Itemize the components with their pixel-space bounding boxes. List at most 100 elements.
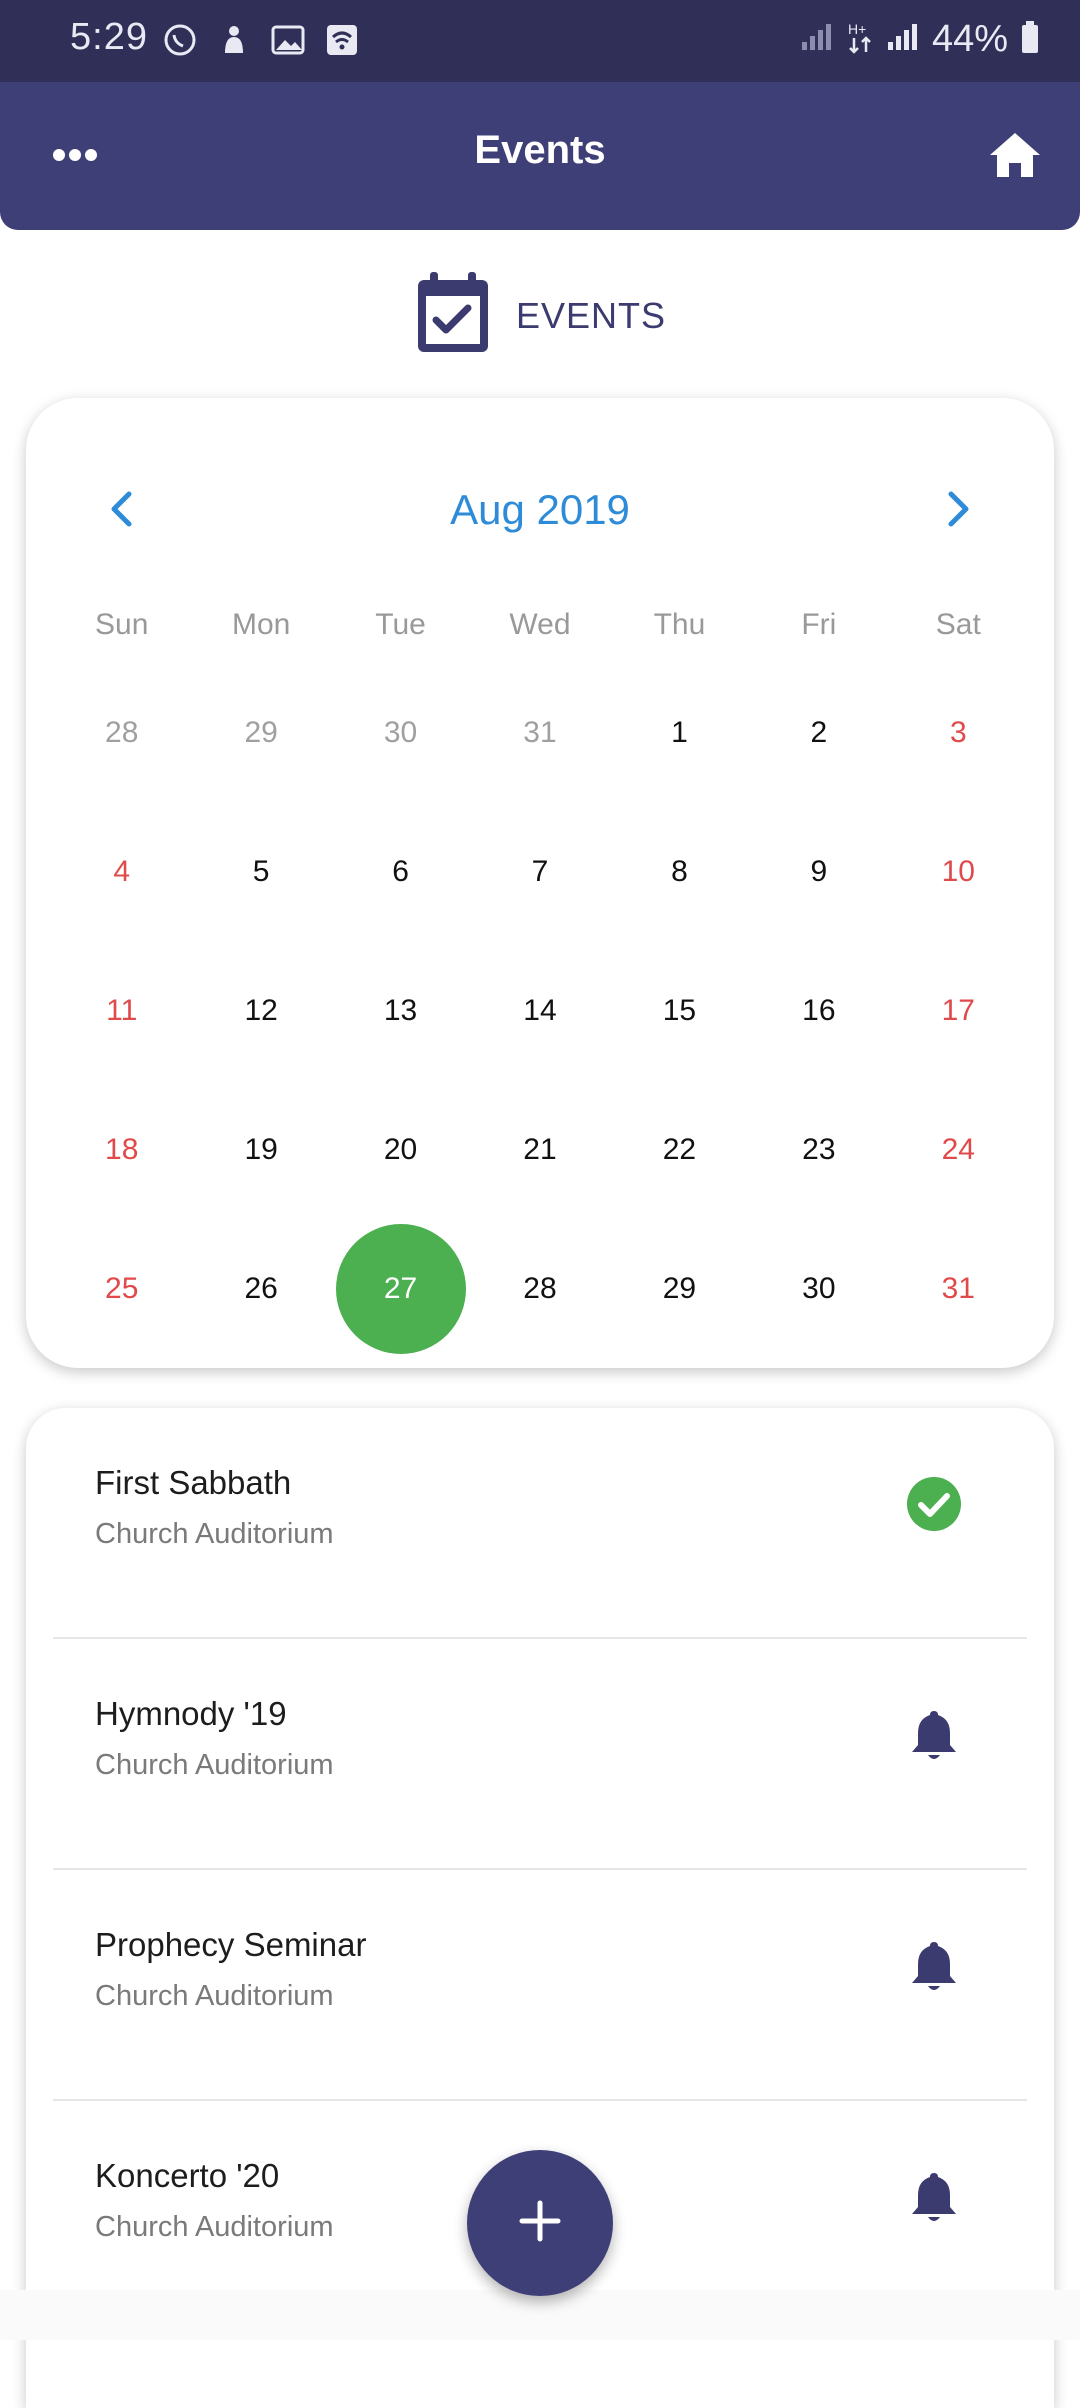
calendar-day[interactable]: 24 [889,1080,1028,1219]
calendar-day[interactable]: 21 [470,1080,609,1219]
app-bar: Events [0,82,1080,230]
calendar-day[interactable]: 15 [610,941,749,1080]
calendar-day[interactable]: 4 [52,802,191,941]
weekday-label: Sun [95,608,149,641]
calendar-day[interactable]: 9 [749,802,888,941]
event-title: First Sabbath [95,1464,292,1501]
calendar-day[interactable]: 19 [191,1080,330,1219]
calendar-day[interactable]: 29 [610,1219,749,1358]
calendar-day[interactable]: 1 [610,663,749,802]
calendar-day[interactable]: 23 [749,1080,888,1219]
calendar-day-selected[interactable]: 27 [331,1219,470,1358]
calendar-day[interactable]: 31 [470,663,609,802]
event-location: Church Auditorium [95,2211,334,2243]
signal-icon [886,22,920,57]
status-bar: 5:29 H+ 44% [0,0,1080,82]
check-circle-icon[interactable] [904,1474,964,1534]
calendar-day[interactable]: 18 [52,1080,191,1219]
calendar-day[interactable]: 5 [191,802,330,941]
calendar-day-number: 11 [106,993,138,1027]
status-icons-left [160,20,362,60]
calendar-day[interactable]: 7 [470,802,609,941]
calendar-day-number: 31 [523,715,557,749]
bell-icon[interactable] [904,2167,964,2227]
calendar-day-number: 29 [244,715,278,749]
calendar-day[interactable]: 10 [889,802,1028,941]
calendar-day[interactable]: 8 [610,802,749,941]
calendar-day[interactable]: 14 [470,941,609,1080]
weekday-label: Wed [509,608,571,641]
weekday-label: Mon [231,608,291,641]
calendar-day-number: 28 [105,715,139,749]
calendar-day[interactable]: 29 [191,663,330,802]
weekday-label: Tue [375,608,426,641]
month-label: Aug 2019 [450,486,630,533]
calendar-day-number: 20 [383,1132,418,1166]
event-item[interactable]: First Sabbath Church Auditorium [26,1408,1054,1639]
chevron-right-icon [947,491,971,532]
home-button[interactable] [980,124,1050,190]
event-location: Church Auditorium [95,1518,334,1550]
status-time: 5:29 [70,16,148,58]
calendar-check-icon [414,270,492,361]
event-location: Church Auditorium [95,1749,334,1781]
weekday-header: Sun Mon Tue Wed Thu Fri Sat [52,608,1028,642]
battery-icon [1020,20,1040,59]
image-icon [268,20,308,60]
section-label: EVENTS [515,294,667,336]
calendar-day[interactable]: 12 [191,941,330,1080]
calendar-day[interactable]: 30 [749,1219,888,1358]
calendar-day-number: 2 [810,715,828,749]
calendar-day-number: 21 [523,1132,557,1166]
calendar-day[interactable]: 28 [52,663,191,802]
signal-icon [800,22,834,57]
bell-icon[interactable] [904,1936,964,1996]
event-item[interactable]: Prophecy Seminar Church Auditorium [26,1870,1054,2101]
status-icons-right: H+ 44% [800,18,1040,61]
calendar-day[interactable]: 28 [470,1219,609,1358]
event-title: Koncerto '20 [95,2157,280,2194]
calendar-day-number: 17 [941,993,975,1027]
event-title: Hymnody '19 [95,1695,287,1732]
plus-icon [518,2199,562,2248]
calendar-day-number: 23 [802,1132,836,1166]
weekday-label: Thu [653,608,706,641]
event-location: Church Auditorium [95,1980,334,2012]
calendar-day[interactable]: 3 [889,663,1028,802]
calendar-day[interactable]: 2 [749,663,888,802]
event-item[interactable]: Hymnody '19 Church Auditorium [26,1639,1054,1870]
calendar-day[interactable]: 13 [331,941,470,1080]
calendar-day-number: 9 [810,854,828,888]
weekday-label: Sat [935,608,981,641]
calendar-day-number: 10 [941,854,975,888]
bell-icon[interactable] [904,1705,964,1765]
calendar-day[interactable]: 30 [331,663,470,802]
calendar-day-number: 30 [802,1271,836,1305]
calendar-day[interactable]: 11 [52,941,191,1080]
calendar-day[interactable]: 20 [331,1080,470,1219]
notification-icon [214,20,254,60]
calendar-day[interactable]: 17 [889,941,1028,1080]
whatsapp-icon [160,20,200,60]
add-event-button[interactable] [467,2150,613,2296]
calendar-day-number: 30 [383,715,418,749]
calendar-day[interactable]: 6 [331,802,470,941]
next-month-button[interactable] [924,476,994,546]
calendar-day-number: 1 [671,715,688,749]
calendar-day[interactable]: 16 [749,941,888,1080]
calendar-nav: Aug 2019 [26,476,1054,546]
calendar-day-number: 19 [244,1132,278,1166]
section-header: EVENTS [0,270,1080,361]
calendar-day-number: 3 [949,715,967,749]
calendar-day[interactable]: 31 [889,1219,1028,1358]
calendar-day[interactable]: 25 [52,1219,191,1358]
calendar-day-number: 12 [244,993,278,1027]
calendar-day[interactable]: 22 [610,1080,749,1219]
calendar-day[interactable]: 26 [191,1219,330,1358]
calendar-day-number: 29 [662,1271,697,1305]
calendar-day-number: 8 [671,854,688,888]
calendar-day-number: 18 [105,1132,139,1166]
calendar-day-number: 16 [802,993,836,1027]
calendar-day-number: 27 [383,1271,418,1305]
calendar-card: Aug 2019 Sun Mon Tue Wed Thu Fri Sat 28 2… [26,398,1054,1368]
